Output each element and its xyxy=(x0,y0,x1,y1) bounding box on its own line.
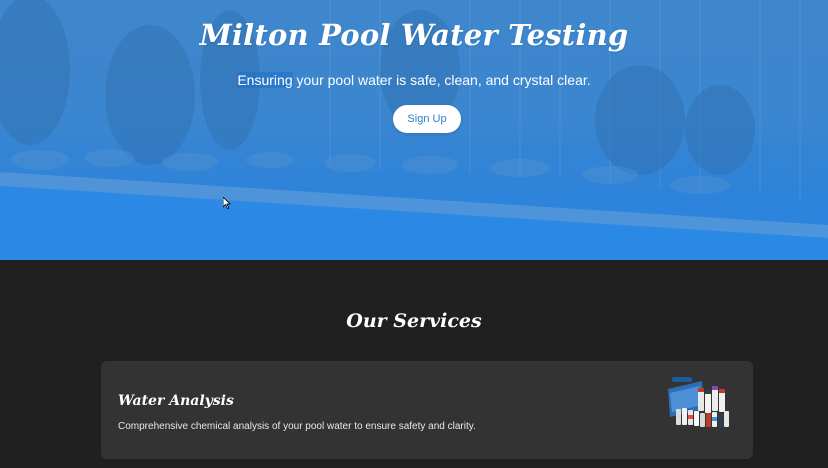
mouse-cursor-icon xyxy=(223,197,231,209)
services-heading: Our Services xyxy=(346,310,482,332)
services-section: Our Services Water Analysis Comprehensiv… xyxy=(0,260,828,468)
sign-up-button[interactable]: Sign Up xyxy=(393,105,461,133)
hero-subtitle: Ensuring your pool water is safe, clean,… xyxy=(0,72,828,88)
page-title: Milton Pool Water Testing xyxy=(199,18,629,52)
hero-section: Milton Pool Water Testing Ensuring your … xyxy=(0,0,828,260)
hero-subtitle-highlight: Ensuring xyxy=(237,72,293,88)
service-title: Water Analysis xyxy=(118,393,234,409)
hero-subtitle-text: your pool water is safe, clean, and crys… xyxy=(292,72,591,88)
water-test-kit-image xyxy=(668,377,729,427)
service-card-water-analysis: Water Analysis Comprehensive chemical an… xyxy=(101,361,753,459)
service-description: Comprehensive chemical analysis of your … xyxy=(118,421,476,432)
